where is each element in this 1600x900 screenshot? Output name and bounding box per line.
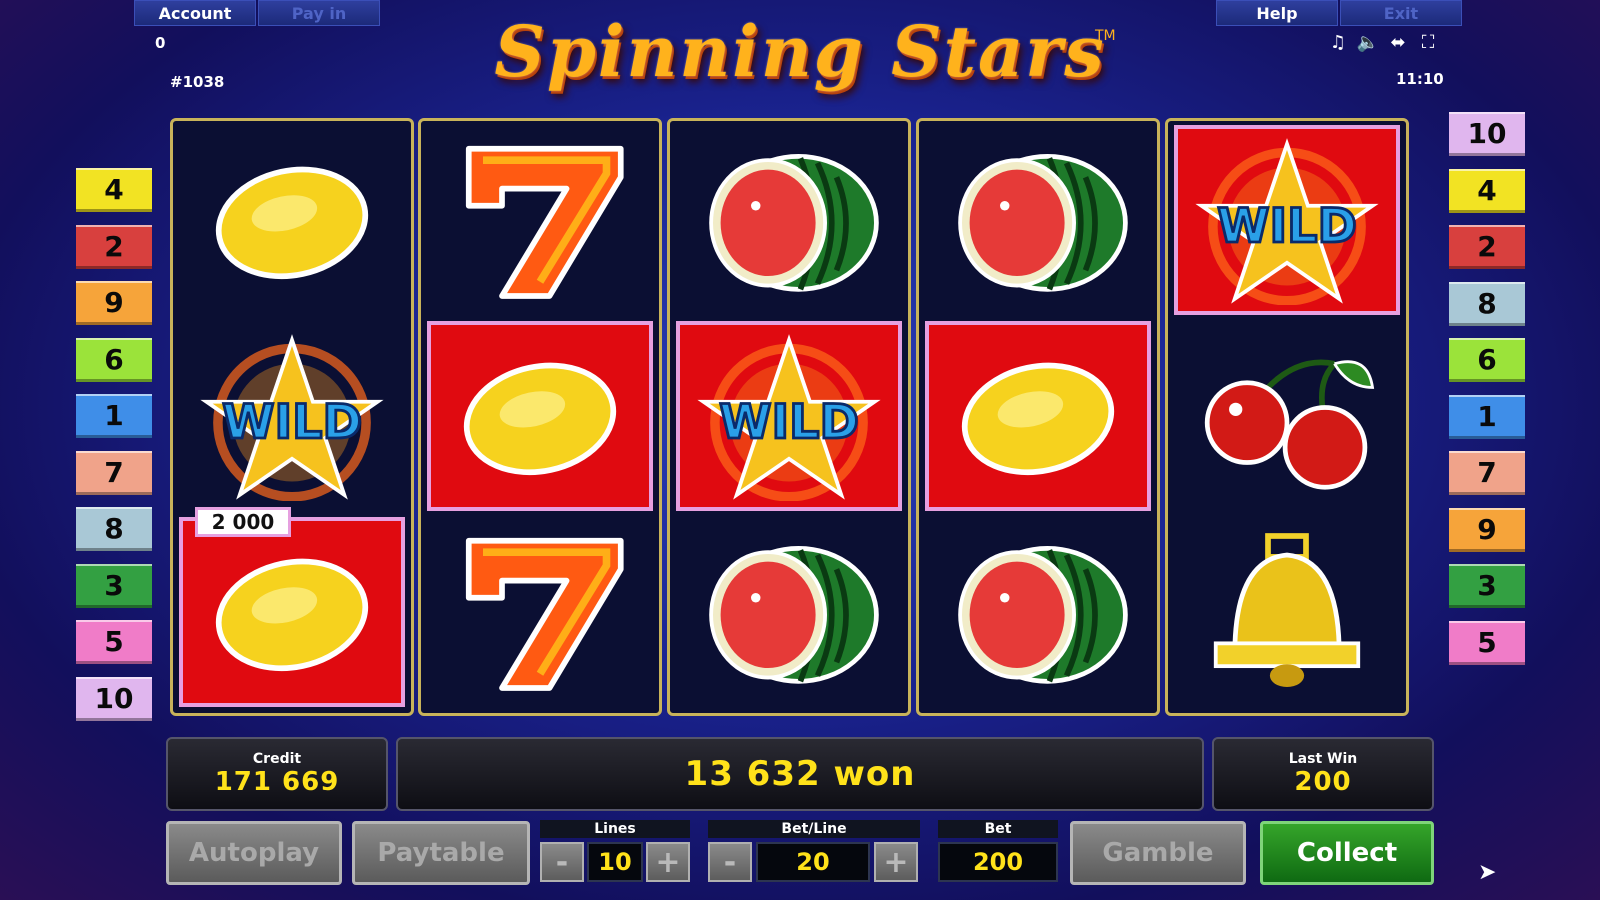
autoplay-button[interactable]: Autoplay <box>166 821 342 885</box>
left-line-badge: 7 <box>76 450 152 495</box>
right-line-badge: 8 <box>1449 281 1525 326</box>
help-tab[interactable]: Help <box>1216 0 1338 26</box>
trademark: TM <box>1095 28 1116 44</box>
wild-symbol: WILD <box>676 321 902 511</box>
left-line-badge: 10 <box>76 676 152 721</box>
last-win-label: Last Win <box>1288 751 1358 767</box>
reel-3: WILD <box>667 118 911 716</box>
right-line-badge: 9 <box>1449 507 1525 552</box>
game-id: #1038 <box>170 73 225 91</box>
line-win-value: 2 000 <box>195 507 291 537</box>
account-tab[interactable]: Account <box>134 0 256 26</box>
lines-value: 10 <box>587 842 643 882</box>
bet-label: Bet <box>938 820 1058 838</box>
left-line-badge: 1 <box>76 394 152 438</box>
gamble-button[interactable]: Gamble <box>1070 821 1246 885</box>
wild-symbol: WILD <box>1174 125 1400 315</box>
svg-text:WILD: WILD <box>1217 199 1357 254</box>
svg-text:WILD: WILD <box>719 395 859 450</box>
right-line-badge: 4 <box>1449 168 1525 213</box>
betline-label: Bet/Line <box>708 820 920 838</box>
left-line-badge: 6 <box>76 337 152 382</box>
reel-2 <box>418 118 662 716</box>
credit-value: 171 669 <box>214 767 340 797</box>
reel-4 <box>916 118 1160 716</box>
betline-minus-button[interactable]: - <box>708 842 752 882</box>
speaker-icon[interactable]: 🔈 <box>1356 30 1380 54</box>
right-line-badge: 6 <box>1449 338 1525 382</box>
left-line-badge: 3 <box>76 563 152 608</box>
left-line-badge: 4 <box>76 168 152 212</box>
resize-icon[interactable]: ⬌ <box>1386 30 1410 54</box>
wild-symbol: WILD <box>179 321 405 511</box>
left-line-badge: 8 <box>76 507 152 551</box>
bet-value: 200 <box>938 842 1058 882</box>
left-line-badge: 2 <box>76 224 152 269</box>
lines-plus-button[interactable]: + <box>646 842 690 882</box>
settings-icons: ♫ 🔈 ⬌ ⛶ <box>1326 30 1440 54</box>
bell-symbol <box>1174 517 1400 707</box>
clock: 11:10 <box>1396 70 1444 88</box>
seven-symbol <box>427 517 653 707</box>
left-line-badge: 5 <box>76 620 152 664</box>
right-line-badge: 5 <box>1449 620 1525 665</box>
reel-1: WILD <box>170 118 414 716</box>
lemon-symbol <box>179 517 405 707</box>
betline-plus-button[interactable]: + <box>874 842 918 882</box>
last-win-panel: Last Win 200 <box>1212 737 1434 811</box>
cherries-symbol <box>1174 321 1400 511</box>
seven-symbol <box>427 125 653 315</box>
lemon-symbol <box>925 321 1151 511</box>
lemon-symbol <box>179 125 405 315</box>
left-line-badge: 9 <box>76 281 152 325</box>
lines-minus-button[interactable]: - <box>540 842 584 882</box>
right-line-badge: 1 <box>1449 394 1525 439</box>
watermelon-symbol <box>925 517 1151 707</box>
lemon-symbol <box>427 321 653 511</box>
message-panel: 13 632 won <box>396 737 1204 811</box>
watermelon-symbol <box>925 125 1151 315</box>
reel-5: WILD <box>1165 118 1409 716</box>
win-message: 13 632 won <box>684 754 916 794</box>
credit-panel: Credit 171 669 <box>166 737 388 811</box>
watermelon-symbol <box>676 517 902 707</box>
svg-text:WILD: WILD <box>222 395 362 450</box>
right-line-badge: 7 <box>1449 451 1525 495</box>
collect-button[interactable]: Collect <box>1260 821 1434 885</box>
credit-label: Credit <box>252 751 302 767</box>
last-win-value: 200 <box>1294 767 1352 797</box>
lines-label: Lines <box>540 820 690 838</box>
right-line-badge: 3 <box>1449 564 1525 608</box>
balance-value: 0 <box>155 34 166 52</box>
music-note-icon[interactable]: ♫ <box>1326 30 1350 54</box>
paytable-button[interactable]: Paytable <box>352 821 530 885</box>
right-line-badge: 2 <box>1449 225 1525 269</box>
fullscreen-icon[interactable]: ⛶ <box>1416 30 1440 54</box>
betline-value: 20 <box>756 842 870 882</box>
payin-tab[interactable]: Pay in <box>258 0 380 26</box>
game-title: Spinning Stars <box>494 10 1106 93</box>
mouse-pointer-icon: ➤ <box>1478 860 1497 885</box>
right-line-badge: 10 <box>1449 112 1525 156</box>
exit-tab[interactable]: Exit <box>1340 0 1462 26</box>
watermelon-symbol <box>676 125 902 315</box>
